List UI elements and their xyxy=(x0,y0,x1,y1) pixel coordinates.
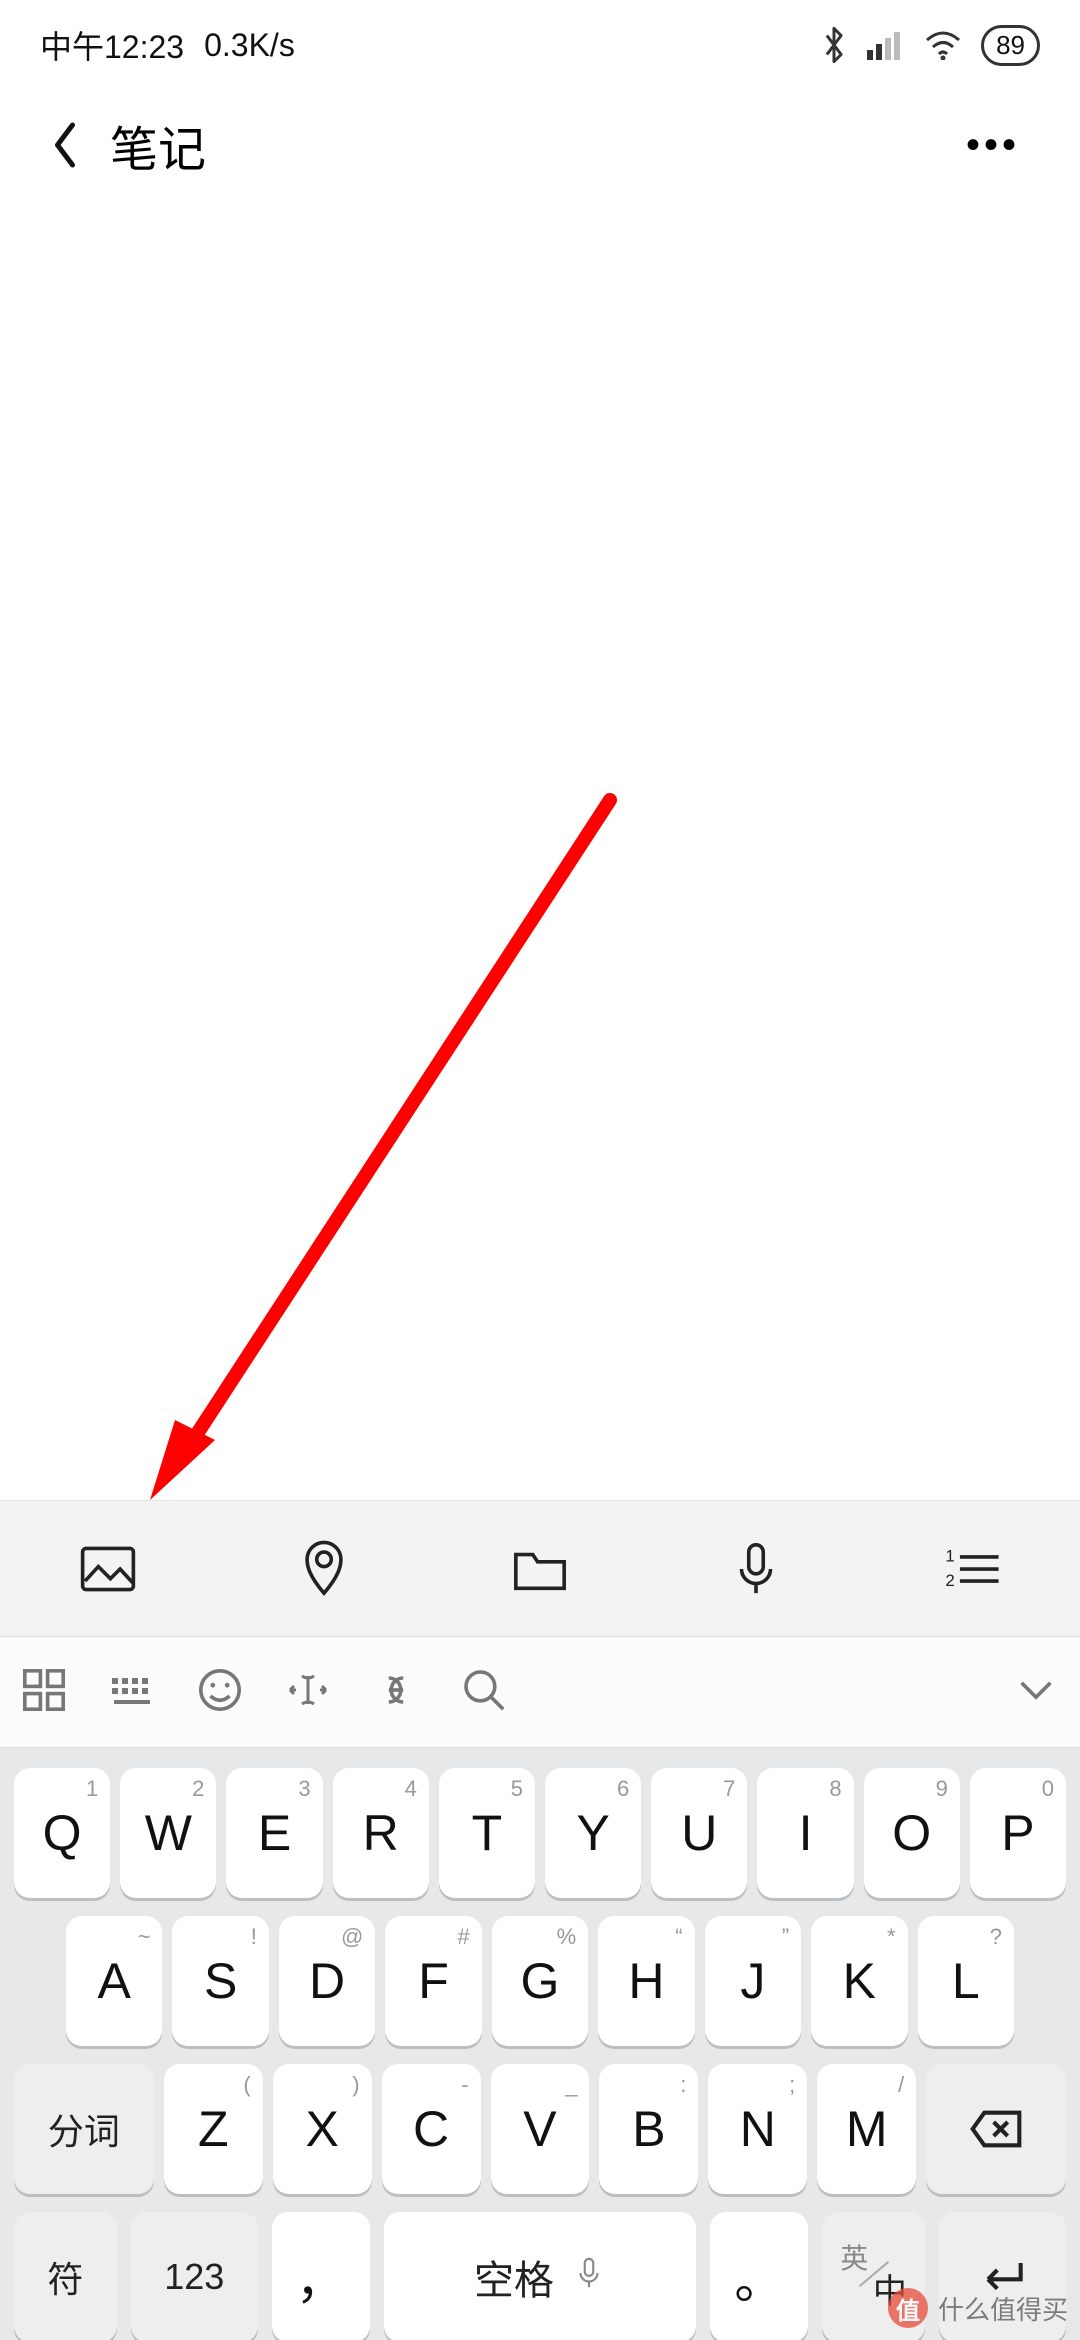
key-g[interactable]: %G xyxy=(492,1916,588,2046)
watermark-logo: 值 xyxy=(888,2288,928,2328)
key-f[interactable]: #F xyxy=(385,1916,481,2046)
back-button[interactable] xyxy=(30,120,100,170)
key-q[interactable]: 1Q xyxy=(14,1768,110,1898)
key-k[interactable]: *K xyxy=(811,1916,907,2046)
key-s[interactable]: !S xyxy=(172,1916,268,2046)
svg-text:1: 1 xyxy=(945,1546,954,1565)
insert-image-button[interactable] xyxy=(33,1501,183,1636)
key-w[interactable]: 2W xyxy=(120,1768,216,1898)
note-editor[interactable] xyxy=(0,200,1080,1500)
key-n[interactable]: ;N xyxy=(708,2064,807,2194)
key-l[interactable]: ?L xyxy=(918,1916,1014,2046)
ime-collapse-button[interactable] xyxy=(1012,1666,1060,1719)
key-j[interactable]: ”J xyxy=(705,1916,801,2046)
ime-cursor-button[interactable] xyxy=(284,1666,332,1719)
symbols-key[interactable]: 符 xyxy=(14,2212,117,2340)
virtual-keyboard: 1Q2W3E4R5T6Y7U8I9O0P ~A!S@D#F%G“H”J*K?L … xyxy=(0,1748,1080,2340)
battery-indicator: 89 xyxy=(981,25,1040,66)
status-net-speed: 0.3K/s xyxy=(204,27,295,64)
svg-text:2: 2 xyxy=(945,1570,954,1589)
key-o[interactable]: 9O xyxy=(864,1768,960,1898)
key-a[interactable]: ~A xyxy=(66,1916,162,2046)
ime-clipboard-button[interactable] xyxy=(372,1666,420,1719)
page-title: 笔记 xyxy=(110,110,206,180)
space-key-label: 空格 xyxy=(474,2248,554,2306)
backspace-key[interactable] xyxy=(926,2064,1066,2194)
space-key[interactable]: 空格 xyxy=(384,2212,697,2340)
lang-alt-label: 英 xyxy=(840,2245,868,2273)
folder-button[interactable] xyxy=(465,1501,615,1636)
status-bar: 中午12:23 0.3K/s 89 xyxy=(0,0,1080,90)
watermark-text: 什么值得买 xyxy=(938,2290,1068,2327)
ime-keyboard-switch-button[interactable] xyxy=(108,1666,156,1719)
period-key[interactable]: 。 xyxy=(710,2212,808,2340)
ime-emoji-button[interactable] xyxy=(196,1666,244,1719)
key-x[interactable]: )X xyxy=(273,2064,372,2194)
key-c[interactable]: -C xyxy=(382,2064,481,2194)
key-b[interactable]: :B xyxy=(599,2064,698,2194)
insert-location-button[interactable] xyxy=(249,1501,399,1636)
key-t[interactable]: 5T xyxy=(439,1768,535,1898)
segment-key[interactable]: 分词 xyxy=(14,2064,154,2194)
numbers-key[interactable]: 123 xyxy=(131,2212,258,2340)
app-header: 笔记 ••• xyxy=(0,90,1080,200)
bluetooth-icon xyxy=(819,26,849,64)
watermark: 值 什么值得买 xyxy=(888,2288,1068,2328)
key-v[interactable]: _V xyxy=(491,2064,590,2194)
key-h[interactable]: “H xyxy=(598,1916,694,2046)
signal-icon xyxy=(867,30,905,60)
key-d[interactable]: @D xyxy=(279,1916,375,2046)
voice-input-button[interactable] xyxy=(681,1501,831,1636)
key-i[interactable]: 8I xyxy=(757,1768,853,1898)
key-y[interactable]: 6Y xyxy=(545,1768,641,1898)
key-r[interactable]: 4R xyxy=(333,1768,429,1898)
mic-icon xyxy=(572,2255,606,2300)
status-time: 中午12:23 xyxy=(40,22,184,68)
ime-apps-button[interactable] xyxy=(20,1666,68,1719)
key-m[interactable]: /M xyxy=(817,2064,916,2194)
comma-key[interactable]: ， xyxy=(272,2212,370,2340)
wifi-icon xyxy=(923,30,963,60)
ime-search-button[interactable] xyxy=(460,1666,508,1719)
ime-toolbar xyxy=(0,1636,1080,1748)
more-options-button[interactable]: ••• xyxy=(936,123,1050,168)
key-e[interactable]: 3E xyxy=(226,1768,322,1898)
list-format-button[interactable]: 12 xyxy=(897,1501,1047,1636)
key-p[interactable]: 0P xyxy=(970,1768,1066,1898)
key-z[interactable]: (Z xyxy=(164,2064,263,2194)
note-toolbar: 12 xyxy=(0,1500,1080,1636)
key-u[interactable]: 7U xyxy=(651,1768,747,1898)
